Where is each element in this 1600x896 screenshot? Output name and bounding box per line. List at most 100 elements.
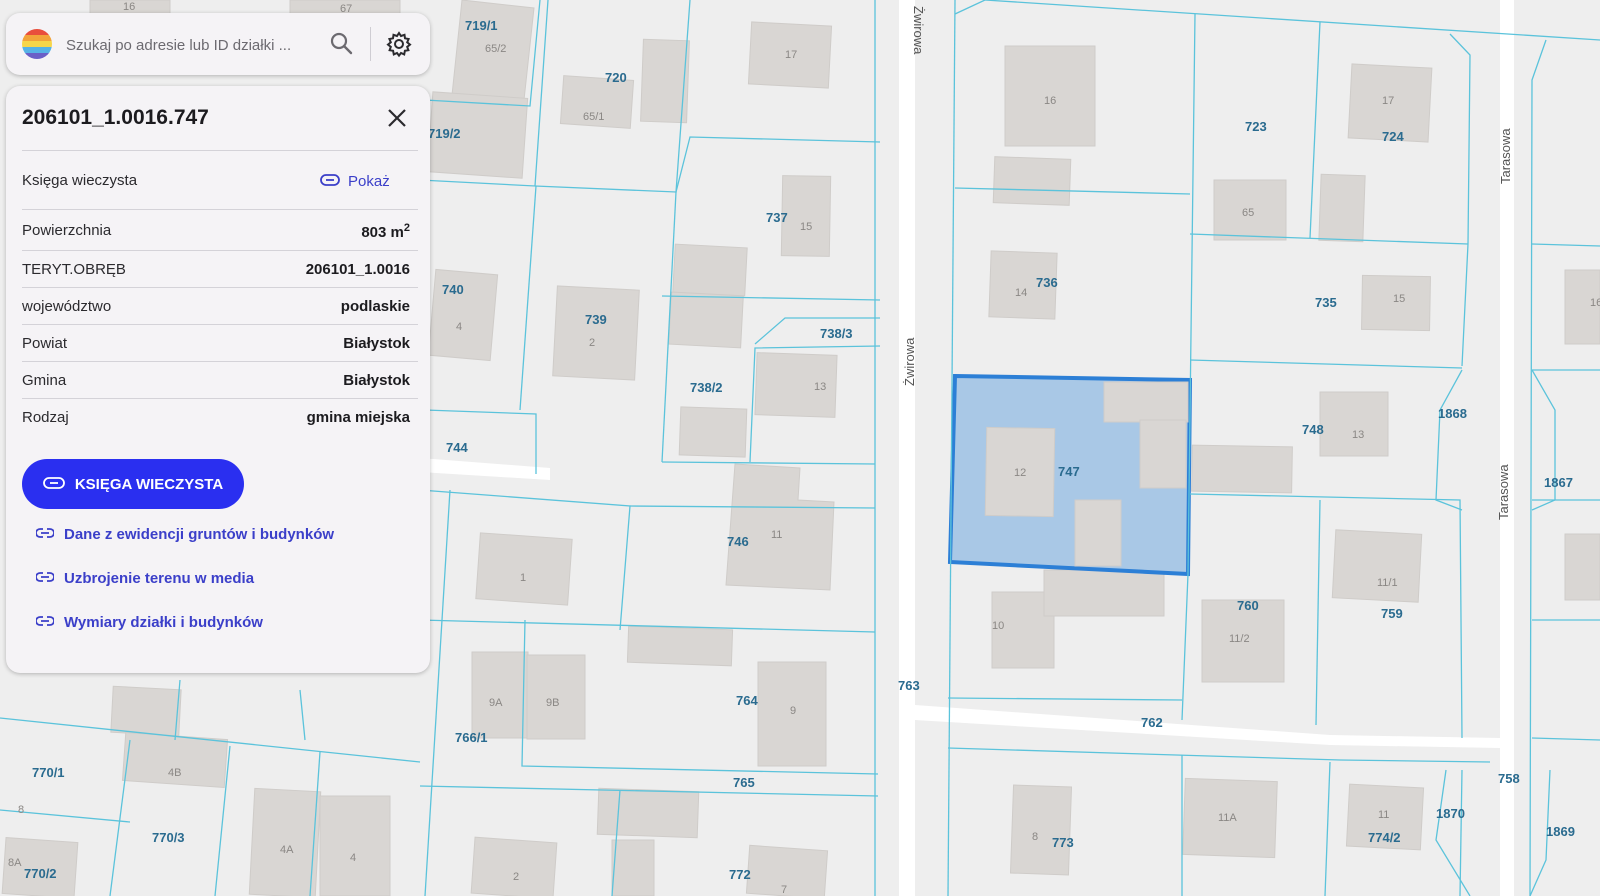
type-value: gmina miejska bbox=[306, 409, 410, 426]
parcel-id-title: 206101_1.0016.747 bbox=[22, 106, 209, 129]
parcel-label: 772 bbox=[729, 867, 751, 882]
parcel-label: 719/1 bbox=[465, 18, 498, 33]
street-label-zwirowa-top: Żwirowa bbox=[911, 6, 926, 55]
parcel-label: 740 bbox=[442, 282, 464, 297]
link-label: Wymiary działki i budynków bbox=[64, 614, 263, 631]
parcel-label: 746 bbox=[727, 534, 749, 549]
link-icon bbox=[35, 526, 55, 543]
parcel-label: 739 bbox=[585, 312, 607, 327]
svg-text:4: 4 bbox=[456, 321, 462, 333]
parcel-label: 770/1 bbox=[32, 765, 65, 780]
show-link-label: Pokaż bbox=[348, 173, 390, 190]
parcel-label: 1868 bbox=[1438, 406, 1467, 421]
parcel-label: 774/2 bbox=[1368, 830, 1401, 845]
parcel-label: 719/2 bbox=[428, 126, 461, 141]
divider bbox=[370, 27, 371, 61]
parcel-label: 765 bbox=[733, 775, 755, 790]
parcel-label: 1869 bbox=[1546, 824, 1575, 839]
svg-text:11: 11 bbox=[1378, 809, 1389, 821]
divider bbox=[22, 150, 418, 151]
land-register-label: Księga wieczysta bbox=[22, 172, 138, 189]
svg-text:16: 16 bbox=[1044, 95, 1056, 107]
type-label: Rodzaj bbox=[22, 409, 69, 426]
search-bar bbox=[6, 13, 430, 75]
divider bbox=[22, 398, 418, 399]
parcel-label: 735 bbox=[1315, 295, 1337, 310]
divider bbox=[22, 361, 418, 362]
voivodeship-label: województwo bbox=[22, 298, 112, 315]
svg-text:13: 13 bbox=[814, 381, 826, 393]
svg-text:12: 12 bbox=[1014, 467, 1026, 479]
parcel-label: 1867 bbox=[1544, 475, 1573, 490]
parcel-label: 723 bbox=[1245, 119, 1267, 134]
search-icon[interactable] bbox=[328, 30, 356, 58]
svg-text:2: 2 bbox=[513, 871, 519, 883]
land-register-button[interactable]: KSIĘGA WIECZYSTA bbox=[22, 459, 244, 509]
svg-text:8: 8 bbox=[1032, 831, 1038, 843]
parcel-label: 766/1 bbox=[455, 730, 488, 745]
svg-text:65: 65 bbox=[1242, 207, 1254, 219]
street-label-zwirowa-mid: Żwirowa bbox=[902, 337, 917, 386]
svg-text:16: 16 bbox=[123, 1, 135, 13]
svg-text:14: 14 bbox=[1015, 287, 1027, 299]
link-label: Uzbrojenie terenu w media bbox=[64, 570, 255, 587]
teryt-value: 206101_1.0016 bbox=[305, 261, 410, 278]
parcel-label: 738/3 bbox=[820, 326, 853, 341]
commune-value: Białystok bbox=[343, 372, 410, 389]
svg-text:1: 1 bbox=[520, 572, 526, 584]
link-label: Dane z ewidencji gruntów i budynków bbox=[64, 526, 335, 543]
parcel-label: 762 bbox=[1141, 715, 1163, 730]
link-icon bbox=[320, 173, 340, 190]
county-label: Powiat bbox=[22, 335, 68, 352]
svg-text:8: 8 bbox=[18, 804, 24, 816]
svg-text:7: 7 bbox=[781, 884, 787, 896]
svg-text:11: 11 bbox=[771, 529, 782, 541]
land-register-button-label: KSIĘGA WIECZYSTA bbox=[74, 475, 224, 493]
parcel-label: 1870 bbox=[1436, 806, 1465, 821]
parcel-label: 738/2 bbox=[690, 380, 723, 395]
svg-text:11/2: 11/2 bbox=[1229, 633, 1250, 645]
parcel-label: 748 bbox=[1302, 422, 1324, 437]
road-744 bbox=[420, 458, 550, 480]
link-utilities[interactable]: Uzbrojenie terenu w media bbox=[35, 570, 255, 587]
link-dimensions[interactable]: Wymiary działki i budynków bbox=[35, 614, 263, 631]
parcel-label: 744 bbox=[446, 440, 468, 455]
area-label: Powierzchnia bbox=[22, 222, 112, 239]
area-value: 803 m2 bbox=[361, 222, 410, 241]
show-land-register-link[interactable]: Pokaż bbox=[320, 173, 390, 190]
svg-text:17: 17 bbox=[1382, 95, 1394, 107]
close-icon[interactable] bbox=[384, 105, 410, 131]
road-zwirowa bbox=[899, 0, 915, 896]
parcel-label: 764 bbox=[736, 693, 758, 708]
svg-text:11A: 11A bbox=[1218, 812, 1237, 824]
svg-text:10: 10 bbox=[992, 620, 1004, 632]
svg-text:8A: 8A bbox=[8, 857, 22, 869]
svg-text:9A: 9A bbox=[489, 697, 503, 709]
link-cadastre-data[interactable]: Dane z ewidencji gruntów i budynków bbox=[35, 526, 335, 543]
svg-text:15: 15 bbox=[800, 221, 812, 233]
svg-text:65/1: 65/1 bbox=[583, 111, 604, 123]
svg-text:16: 16 bbox=[1590, 297, 1600, 309]
svg-text:11/1: 11/1 bbox=[1377, 577, 1398, 589]
search-input[interactable] bbox=[64, 31, 318, 59]
divider bbox=[22, 324, 418, 325]
parcel-label: 759 bbox=[1381, 606, 1403, 621]
voivodeship-value: podlaskie bbox=[340, 298, 410, 315]
svg-text:4: 4 bbox=[350, 852, 356, 864]
street-label-tarasowa-mid: Tarasowa bbox=[1496, 464, 1511, 520]
parcel-label: 773 bbox=[1052, 835, 1074, 850]
svg-text:15: 15 bbox=[1393, 293, 1405, 305]
gear-icon[interactable] bbox=[384, 29, 414, 59]
road-762 bbox=[915, 705, 1500, 748]
svg-text:9B: 9B bbox=[546, 697, 559, 709]
link-icon bbox=[42, 476, 65, 493]
street-label-tarasowa-top: Tarasowa bbox=[1498, 128, 1513, 184]
svg-text:17: 17 bbox=[785, 49, 797, 61]
parcel-label: 724 bbox=[1382, 129, 1404, 144]
parcel-label: 720 bbox=[605, 70, 627, 85]
svg-text:2: 2 bbox=[589, 337, 595, 349]
svg-text:4A: 4A bbox=[280, 844, 294, 856]
svg-text:65/2: 65/2 bbox=[485, 43, 506, 55]
link-icon bbox=[35, 570, 55, 587]
parcel-label: 770/2 bbox=[24, 866, 57, 881]
